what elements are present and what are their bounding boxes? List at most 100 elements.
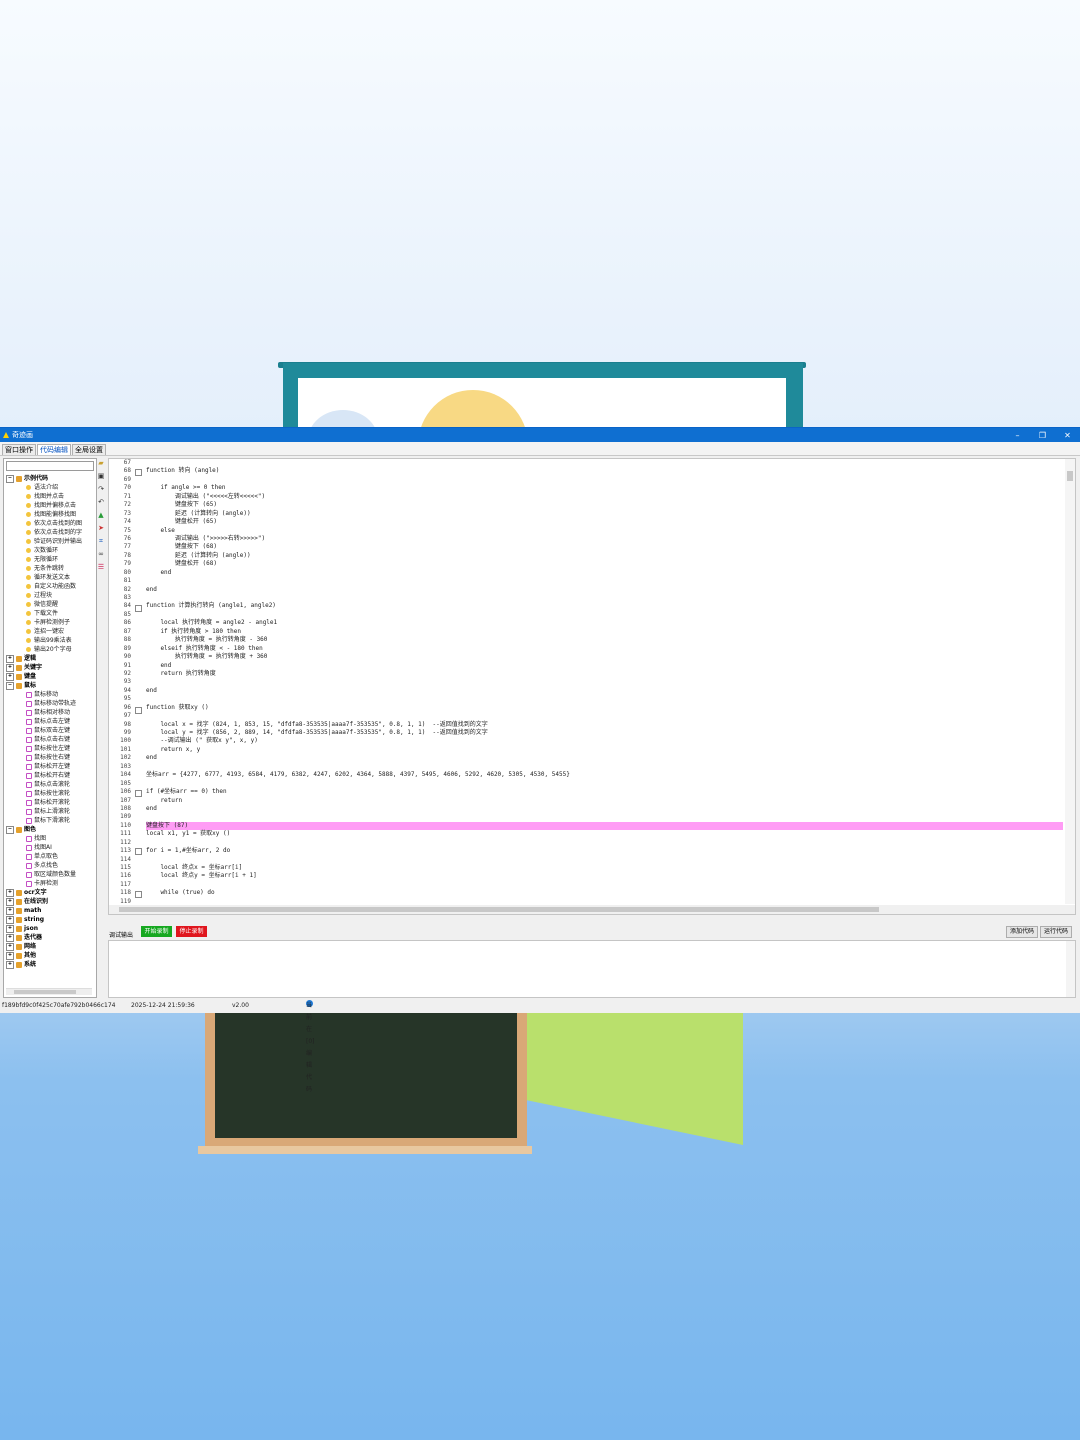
code-line[interactable] — [146, 839, 1063, 847]
tree-item[interactable]: 鼠标相对移动 — [6, 708, 94, 717]
tree-item[interactable]: 找图并点击 — [6, 492, 94, 501]
code-line[interactable]: if (#坐标arr == 0) then — [146, 788, 1063, 796]
code-line[interactable]: return x, y — [146, 746, 1063, 754]
code-line[interactable]: 键盘松开 (68) — [146, 560, 1063, 568]
expand-toggle-icon[interactable]: + — [6, 672, 14, 681]
tree-item[interactable]: 鼠标松开左键 — [6, 762, 94, 771]
code-line[interactable] — [146, 678, 1063, 686]
code-line[interactable] — [146, 695, 1063, 703]
expand-toggle-icon[interactable]: − — [6, 474, 14, 483]
crop-icon[interactable]: ⌗ — [97, 537, 105, 545]
code-line[interactable] — [146, 780, 1063, 788]
code-line[interactable]: local x1, y1 = 获取xy () — [146, 830, 1063, 838]
tree-item[interactable]: 自定义功能函数 — [6, 582, 94, 591]
code-line[interactable]: if 执行转角度 > 180 then — [146, 628, 1063, 636]
restore-button[interactable]: ❐ — [1030, 431, 1055, 440]
undo-icon[interactable]: ↶ — [97, 498, 105, 506]
tree-group[interactable]: − 图色 — [6, 825, 94, 834]
tree-item[interactable]: 鼠标点击滚轮 — [6, 780, 94, 789]
code-line[interactable] — [146, 459, 1063, 467]
code-line[interactable]: end — [146, 586, 1063, 594]
stop-record-button[interactable]: 停止录制 — [176, 926, 207, 937]
code-line[interactable]: end — [146, 662, 1063, 670]
code-line[interactable]: local 终点y = 坐标arr[i + 1] — [146, 872, 1063, 880]
tree-item[interactable]: 卡屏检测例子 — [6, 618, 94, 627]
fold-markers[interactable] — [135, 459, 143, 904]
code-line[interactable]: else — [146, 527, 1063, 535]
code-line[interactable] — [146, 594, 1063, 602]
tree-item[interactable]: 鼠标双击左键 — [6, 726, 94, 735]
code-line[interactable]: --调试输出 (" 获取x y", x, y) — [146, 737, 1063, 745]
tree-search-input[interactable] — [6, 461, 94, 471]
tree-group[interactable]: + 系统 — [6, 960, 94, 969]
code-line[interactable]: 键盘按下 (68) — [146, 543, 1063, 551]
tree-item[interactable]: 鼠标移动 — [6, 690, 94, 699]
tree-item[interactable]: 鼠标松开滚轮 — [6, 798, 94, 807]
tree-item[interactable]: 连招一键宏 — [6, 627, 94, 636]
tab-global-settings[interactable]: 全局设置 — [72, 444, 106, 455]
tab-window-ops[interactable]: 窗口操作 — [2, 444, 36, 455]
code-line[interactable]: 键盘松开 (65) — [146, 518, 1063, 526]
tree-item[interactable]: 输出20个字母 — [6, 645, 94, 654]
pointer-icon[interactable]: ➤ — [97, 524, 105, 532]
tree-group[interactable]: + 关键字 — [6, 663, 94, 672]
debug-output-area[interactable] — [108, 940, 1076, 998]
close-button[interactable]: ✕ — [1055, 431, 1080, 440]
tree-item[interactable]: 鼠标按住滚轮 — [6, 789, 94, 798]
code-line[interactable] — [146, 577, 1063, 585]
tree-group[interactable]: + 在线识别 — [6, 897, 94, 906]
tree-group[interactable]: − 示例代码 — [6, 474, 94, 483]
tree-group[interactable]: + json — [6, 924, 94, 933]
expand-toggle-icon[interactable]: + — [6, 933, 14, 942]
code-line[interactable]: 键盘按下 (87) — [146, 821, 1063, 831]
tree-item[interactable]: 鼠标上滑滚轮 — [6, 807, 94, 816]
expand-toggle-icon[interactable]: + — [6, 897, 14, 906]
code-line[interactable]: 坐标arr = {4277, 6777, 4193, 6584, 4179, 6… — [146, 771, 1063, 779]
tree-item[interactable]: 单点取色 — [6, 852, 94, 861]
tab-code-edit[interactable]: 代码编辑 — [37, 444, 71, 455]
tree-item[interactable]: 验证码识别并输出 — [6, 537, 94, 546]
expand-toggle-icon[interactable]: + — [6, 663, 14, 672]
code-line[interactable]: local 执行转角度 = angle2 - angle1 — [146, 619, 1063, 627]
code-line[interactable]: 调试输出 ("<<<<<左转<<<<<") — [146, 493, 1063, 501]
code-line[interactable] — [146, 763, 1063, 771]
editor-hscrollbar[interactable] — [109, 905, 1075, 914]
code-line[interactable]: while (true) do — [146, 889, 1063, 897]
tree-item[interactable]: 下载文件 — [6, 609, 94, 618]
tree-group[interactable]: + math — [6, 906, 94, 915]
tree-item[interactable]: 找图能偏移找图 — [6, 510, 94, 519]
run-code-button[interactable]: 运行代码 — [1040, 926, 1072, 938]
link-icon[interactable]: ∞ — [97, 550, 105, 558]
tree-item[interactable]: 次数循环 — [6, 546, 94, 555]
tree-item[interactable]: 鼠标松开右键 — [6, 771, 94, 780]
redo-icon[interactable]: ↷ — [97, 485, 105, 493]
code-line[interactable]: for i = 1,#坐标arr, 2 do — [146, 847, 1063, 855]
editor-vscrollbar[interactable] — [1065, 459, 1075, 904]
code-line[interactable]: end — [146, 687, 1063, 695]
code-text[interactable]: function 转向 (angle) if angle >= 0 then 调… — [146, 459, 1063, 913]
code-line[interactable]: if angle >= 0 then — [146, 484, 1063, 492]
add-code-button[interactable]: 添加代码 — [1006, 926, 1038, 938]
code-line[interactable] — [146, 712, 1063, 720]
tree-item[interactable]: 无条件跳转 — [6, 564, 94, 573]
code-line[interactable]: 调试输出 (">>>>>右转>>>>>") — [146, 535, 1063, 543]
tree-group[interactable]: + ocr文字 — [6, 888, 94, 897]
tree-item[interactable]: 鼠标点击左键 — [6, 717, 94, 726]
tree-item[interactable]: 鼠标移动带轨迹 — [6, 699, 94, 708]
expand-toggle-icon[interactable]: + — [6, 960, 14, 969]
expand-toggle-icon[interactable]: + — [6, 924, 14, 933]
color-picker-icon[interactable]: ▲ — [97, 511, 105, 519]
tree-item[interactable]: 微信提醒 — [6, 600, 94, 609]
tree-item[interactable]: 过程块 — [6, 591, 94, 600]
code-line[interactable]: end — [146, 569, 1063, 577]
save-icon[interactable]: ▣ — [97, 472, 105, 480]
code-line[interactable]: function 获取xy () — [146, 704, 1063, 712]
tree-item[interactable]: 依次点击找到的图 — [6, 519, 94, 528]
expand-toggle-icon[interactable]: + — [6, 915, 14, 924]
code-line[interactable]: 延迟 (计算转向 (angle)) — [146, 510, 1063, 518]
code-line[interactable]: 延迟 (计算转向 (angle)) — [146, 552, 1063, 560]
code-line[interactable]: end — [146, 754, 1063, 762]
output-vscrollbar[interactable] — [1066, 941, 1075, 997]
code-line[interactable]: local x = 找字 (824, 1, 853, 15, "dfdfa8-3… — [146, 721, 1063, 729]
open-icon[interactable]: ▰ — [97, 459, 105, 467]
